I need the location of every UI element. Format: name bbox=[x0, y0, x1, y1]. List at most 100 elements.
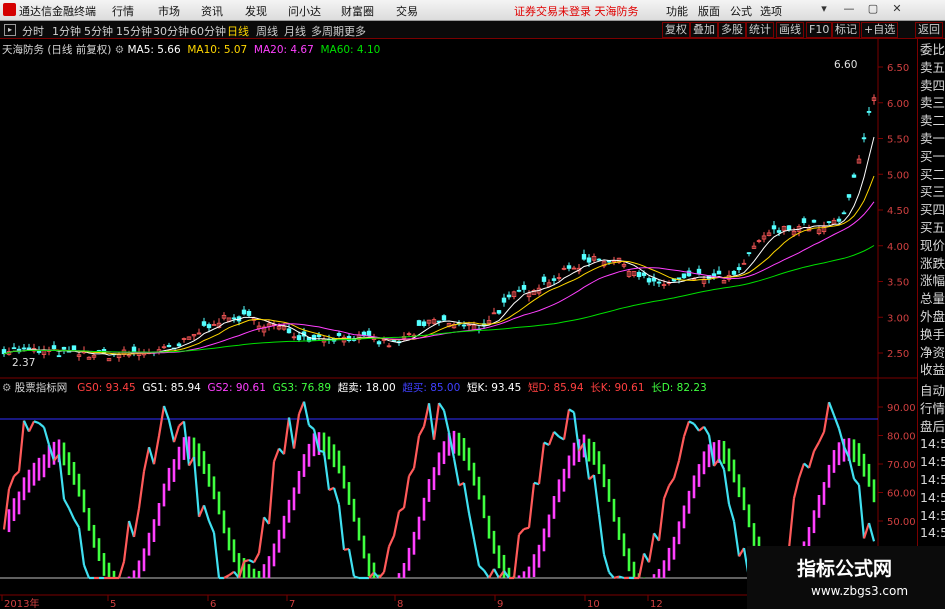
price-tick-label: 4.00 bbox=[887, 242, 909, 253]
candle-body bbox=[771, 225, 777, 230]
quote-field-label: 买二 bbox=[920, 166, 945, 182]
candle-body bbox=[716, 270, 722, 275]
candle-body bbox=[596, 258, 602, 261]
candle-body bbox=[801, 218, 807, 224]
panel-toggle-icon[interactable]: ▸ bbox=[4, 24, 16, 36]
candle-body bbox=[201, 321, 207, 326]
candle-body bbox=[501, 297, 507, 303]
tool-f10[interactable]: F10 bbox=[806, 22, 833, 38]
menu-dropdown-icon[interactable]: ▾ bbox=[817, 2, 831, 16]
price-tick-label: 6.00 bbox=[887, 99, 909, 110]
menu-quotes[interactable]: 行情 bbox=[112, 3, 134, 19]
quote-field-label: 涨跌 bbox=[920, 255, 945, 271]
gs2-label: GS2: 90.61 bbox=[207, 382, 266, 394]
menu-wealth[interactable]: 财富圈 bbox=[341, 3, 374, 19]
period-multi[interactable]: 多周期 bbox=[311, 23, 344, 39]
minimize-icon[interactable]: — bbox=[842, 2, 856, 16]
candle-body bbox=[336, 333, 342, 336]
settings-icon[interactable]: ⚙ bbox=[115, 44, 128, 56]
candle-body bbox=[166, 344, 172, 348]
menu-market[interactable]: 市场 bbox=[158, 3, 180, 19]
candle-body bbox=[581, 254, 587, 260]
menu-layout[interactable]: 版面 bbox=[698, 3, 720, 19]
app-title: 通达信金融终端 bbox=[19, 5, 96, 18]
period-monthly[interactable]: 月线 bbox=[284, 23, 306, 39]
quote-field-label: 换手 bbox=[920, 326, 945, 342]
time-entry: 14:50 bbox=[920, 472, 945, 487]
indicator-settings-icon[interactable]: ⚙ bbox=[2, 382, 15, 394]
candle-body bbox=[206, 324, 212, 329]
quote-field-label: 买三 bbox=[920, 184, 945, 200]
time-entry: 14:50 bbox=[920, 436, 945, 452]
tool-rights-adjust[interactable]: 复权 bbox=[662, 22, 690, 38]
time-tick-label: 9 bbox=[497, 599, 503, 609]
candle-body bbox=[826, 221, 832, 224]
candle-body bbox=[676, 277, 682, 280]
quote-field-label: 总量 bbox=[920, 291, 945, 307]
ma10-label: MA10: 5.07 bbox=[187, 44, 248, 56]
status-item[interactable]: 自动 bbox=[920, 384, 945, 398]
status-item[interactable]: 行情 bbox=[920, 401, 945, 416]
period-30min[interactable]: 30分钟 bbox=[153, 23, 189, 39]
maximize-icon[interactable]: ▢ bbox=[866, 2, 880, 16]
quote-field-label: 买四 bbox=[920, 202, 945, 218]
short-d-label: 短D: 85.94 bbox=[527, 382, 584, 394]
tool-overlay[interactable]: 叠加 bbox=[690, 22, 718, 38]
menu-formula[interactable]: 公式 bbox=[730, 3, 752, 19]
indicator-tick-label: 70.00 bbox=[887, 460, 916, 471]
period-1min[interactable]: 1分钟 bbox=[52, 23, 81, 39]
close-icon[interactable]: ✕ bbox=[890, 2, 904, 16]
period-tick[interactable]: 分时 bbox=[22, 23, 44, 39]
status-item[interactable]: 盘后 bbox=[920, 419, 945, 434]
menu-news[interactable]: 资讯 bbox=[201, 3, 223, 19]
time-tick-label: 8 bbox=[397, 599, 403, 609]
price-tick-label: 3.00 bbox=[887, 313, 909, 324]
period-weekly[interactable]: 周线 bbox=[256, 23, 278, 39]
menu-trade[interactable]: 交易 bbox=[396, 3, 418, 19]
candle-body bbox=[11, 347, 17, 350]
period-15min[interactable]: 15分钟 bbox=[116, 23, 152, 39]
tool-mark[interactable]: 标记 bbox=[832, 22, 860, 38]
menu-function[interactable]: 功能 bbox=[666, 3, 688, 19]
time-entry: 14:50 bbox=[920, 489, 945, 505]
candle-body bbox=[231, 317, 237, 320]
indicator-line bbox=[243, 558, 250, 563]
kline-chart[interactable]: 6.50 6.00 5.50 5.00 4.50 4.00 3.50 3.00 2.50 90.… bbox=[0, 39, 917, 609]
candle-body bbox=[421, 321, 427, 326]
gs3-label: GS3: 76.89 bbox=[272, 382, 332, 394]
title-menu-bar: 通达信金融终端 行情 市场 资讯 发现 问小达 财富圈 交易 证券交易未登录 天… bbox=[0, 0, 945, 21]
candle-body bbox=[731, 270, 737, 275]
candle-body bbox=[366, 330, 372, 337]
menu-discover[interactable]: 发现 bbox=[245, 3, 267, 19]
tool-back[interactable]: 返回 bbox=[915, 22, 943, 38]
quote-field-label: 外盘 bbox=[920, 309, 945, 324]
time-entry: 14:50 bbox=[920, 525, 945, 541]
indicator-tick-label: 50.00 bbox=[887, 517, 916, 528]
ma20-label: MA20: 4.67 bbox=[253, 44, 314, 56]
time-tick-label: 7 bbox=[289, 599, 295, 609]
tool-multi-stock[interactable]: 多股 bbox=[718, 22, 746, 38]
candle-body bbox=[846, 194, 852, 198]
quote-field-label: 现价 bbox=[920, 237, 945, 253]
price-tick-label: 6.50 bbox=[887, 63, 909, 74]
app-logo-icon bbox=[3, 3, 16, 16]
tool-add-watchlist[interactable]: +自选 bbox=[861, 22, 899, 38]
main-chart-legend: 天海防务 (日线 前复权) ⚙ MA5: 5.66 MA10: 5.07 MA2… bbox=[2, 42, 380, 57]
time-tick-label: 12 bbox=[650, 599, 663, 609]
period-more[interactable]: 更多 bbox=[344, 23, 366, 39]
candle-body bbox=[416, 320, 422, 326]
tool-statistics[interactable]: 统计 bbox=[746, 22, 774, 38]
tool-draw-line[interactable]: 画线 bbox=[776, 22, 804, 38]
right-info-column: 委比 卖五 卖四 卖三 卖二 卖一 买一 买二 买三 买四 买五 现价 涨跌 涨幅 总量 外盘 换手 净资 收益 自动… bbox=[917, 39, 945, 594]
quote-field-label: 卖二 bbox=[920, 113, 945, 129]
menu-ask[interactable]: 问小达 bbox=[288, 3, 321, 19]
period-daily[interactable]: 日线 bbox=[227, 23, 249, 39]
menu-options[interactable]: 选项 bbox=[760, 3, 782, 19]
candle-body bbox=[841, 212, 847, 215]
candle-body bbox=[696, 268, 702, 275]
candle-body bbox=[681, 273, 687, 279]
period-60min[interactable]: 60分钟 bbox=[190, 23, 226, 39]
period-5min[interactable]: 5分钟 bbox=[84, 23, 113, 39]
indicator-legend: ⚙ 股票指标网 GS0: 93.45 GS1: 85.94 GS2: 90.61… bbox=[2, 380, 707, 395]
watermark-box: 指标公式网 www.zbgs3.com bbox=[747, 546, 945, 609]
